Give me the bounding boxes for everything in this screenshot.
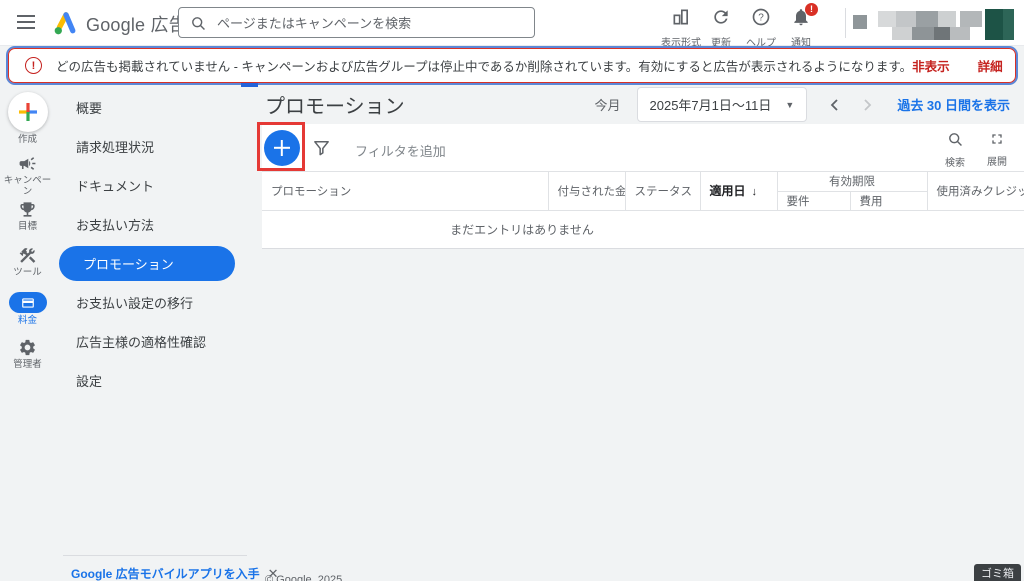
chart-icon (671, 7, 691, 27)
blurred-account-info (934, 27, 950, 40)
col-applied-date[interactable]: 適用日↓ (700, 172, 777, 210)
sidebar-item-payment-migration[interactable]: お支払い設定の移行 (55, 283, 245, 322)
search-icon (190, 15, 207, 32)
notification-badge: ! (805, 3, 818, 16)
menu-icon[interactable] (17, 15, 35, 29)
banner-annotation-box: ! どの広告も掲載されていません - キャンペーンおよび広告グループは停止中であ… (6, 46, 1018, 85)
expand-icon (989, 131, 1005, 147)
blurred-account-info (950, 27, 970, 40)
table-toolbar: フィルタを追加 検索 展開 (262, 124, 1024, 172)
google-ads-logo (52, 9, 80, 37)
table-empty-state: まだエントリはありません (262, 211, 1024, 248)
help-button[interactable]: ? ヘルプ (739, 7, 783, 49)
sidebar-nav: 概要 請求処理状況 ドキュメント お支払い方法 プロモーション お支払い設定の移… (55, 85, 245, 400)
sidebar-item-advertiser-verification[interactable]: 広告主様の適格性確認 (55, 322, 245, 361)
page-header: プロモーション 今月 2025年7月1日～11日 ▼ 過去 30 日間を表示 (240, 85, 1024, 124)
col-status[interactable]: ステータス (625, 172, 700, 210)
mobile-app-link[interactable]: Google 広告モバイルアプリを入手 (71, 565, 260, 581)
mobile-app-banner: Google 広告モバイルアプリを入手 ✕ (63, 555, 247, 581)
display-format-button[interactable]: 表示形式 (659, 7, 703, 49)
detail-link[interactable]: 詳細 (978, 56, 1003, 75)
chevron-right-icon (863, 98, 873, 112)
divider (845, 8, 846, 38)
help-icon: ? (751, 7, 771, 27)
table-search-button[interactable]: 検索 (934, 131, 976, 169)
bell-icon: ! (791, 7, 811, 27)
billing-selected-pill (9, 292, 47, 313)
blurred-account-info (892, 27, 912, 40)
icon-rail: 作成 キャンペーン 目標 ツール 料金 管理者 (0, 85, 55, 581)
trophy-icon (18, 200, 37, 219)
next-period-button[interactable] (855, 92, 881, 118)
last-30-days-link[interactable]: 過去 30 日間を表示 (897, 95, 1010, 114)
date-context-label: 今月 (594, 95, 620, 114)
copyright-text: © Google, 2025 (265, 574, 342, 581)
create-button[interactable] (8, 92, 48, 132)
tools-icon (18, 246, 37, 265)
col-promotion[interactable]: プロモーション (262, 172, 548, 210)
account-menu[interactable] (852, 8, 1014, 39)
promotions-table-header: プロモーション 付与された金額 ステータス 適用日↓ 有効期限 使用済みクレジッ… (262, 172, 1024, 211)
rail-item-campaigns[interactable]: キャンペーン (0, 154, 55, 200)
chevron-left-icon (829, 98, 839, 112)
blurred-account-info (912, 27, 934, 40)
rail-item-tools[interactable]: ツール (0, 246, 55, 292)
hide-link[interactable]: 非表示 (912, 56, 950, 75)
top-bar: Google 広告 表示形式 更新 ? ヘルプ ! (0, 0, 1024, 46)
blurred-account-info (853, 15, 867, 29)
gear-icon (18, 338, 37, 357)
sidebar-item-settings[interactable]: 設定 (55, 361, 245, 400)
sidebar-item-documents[interactable]: ドキュメント (55, 166, 245, 205)
sidebar-item-billing-status[interactable]: 請求処理状況 (55, 127, 245, 166)
credit-card-icon (21, 296, 35, 310)
avatar (1003, 9, 1014, 40)
blurred-account-info (896, 11, 916, 27)
promotions-card: フィルタを追加 検索 展開 (262, 124, 1024, 249)
blurred-account-info (878, 11, 896, 27)
rail-item-billing[interactable]: 料金 (0, 292, 55, 338)
google-ads-app: Google 広告 表示形式 更新 ? ヘルプ ! (0, 0, 1024, 581)
col-requirements[interactable]: 要件 (777, 191, 850, 210)
filter-icon[interactable] (312, 138, 331, 157)
refresh-button[interactable]: 更新 (699, 7, 743, 49)
col-granted-amount[interactable]: 付与された金額 (548, 172, 625, 210)
page-title: プロモーション (265, 90, 405, 119)
col-used-credit[interactable]: 使用済みクレジット (927, 172, 1024, 210)
alert-banner: ! どの広告も掲載されていません - キャンペーンおよび広告グループは停止中であ… (8, 48, 1016, 83)
add-promotion-button[interactable] (264, 130, 300, 166)
sidebar-item-payment-methods[interactable]: お支払い方法 (55, 205, 245, 244)
global-search[interactable] (178, 7, 535, 38)
blurred-account-info (916, 11, 938, 27)
plus-multicolor-icon (18, 102, 38, 122)
rail-item-goals[interactable]: 目標 (0, 200, 55, 246)
previous-period-button[interactable] (821, 92, 847, 118)
notifications-button[interactable]: ! 通知 (779, 7, 823, 49)
megaphone-icon (18, 154, 37, 173)
brand-title: Google 広告 (86, 11, 187, 37)
expand-button[interactable]: 展開 (976, 131, 1018, 169)
col-cost[interactable]: 費用 (850, 191, 927, 210)
refresh-icon (711, 7, 731, 27)
alert-icon: ! (25, 57, 42, 74)
date-range-dropdown[interactable]: 2025年7月1日～11日 ▼ (637, 87, 808, 122)
sort-desc-icon: ↓ (752, 186, 758, 198)
main-content: プロモーション 今月 2025年7月1日～11日 ▼ 過去 30 日間を表示 (240, 85, 1024, 581)
trash-button[interactable]: ゴミ箱 (974, 564, 1021, 581)
rail-item-create[interactable]: 作成 (1, 92, 55, 154)
add-filter-button[interactable]: フィルタを追加 (355, 141, 446, 160)
sidebar-item-promotions[interactable]: プロモーション (59, 246, 235, 281)
search-icon (947, 131, 964, 148)
empty-message: まだエントリはありません (262, 221, 782, 238)
sidebar-item-overview[interactable]: 概要 (55, 88, 245, 127)
avatar[interactable] (985, 9, 1003, 40)
blurred-account-info (960, 11, 982, 27)
dropdown-arrow-icon: ▼ (785, 100, 794, 110)
blurred-account-info (938, 11, 956, 27)
alert-message: どの広告も掲載されていません - キャンペーンおよび広告グループは停止中であるか… (56, 56, 912, 75)
rail-item-admin[interactable]: 管理者 (0, 338, 55, 384)
col-group-validity: 有効期限 (777, 172, 927, 191)
svg-text:?: ? (758, 13, 764, 24)
search-input[interactable] (215, 9, 529, 38)
